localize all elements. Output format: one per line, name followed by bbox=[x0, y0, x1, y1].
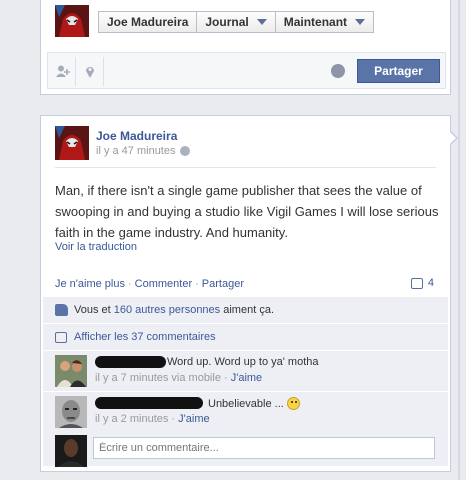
comment-bubble-icon bbox=[410, 277, 423, 289]
audience-selector[interactable]: Journal bbox=[197, 11, 276, 33]
comment-item: Unbelievable ... il y a 2 minutes · J'ai… bbox=[43, 392, 448, 432]
commenter-avatar[interactable] bbox=[55, 355, 87, 387]
redacted-name bbox=[95, 356, 166, 368]
write-comment-row bbox=[43, 432, 448, 467]
post-timestamp: il y a 47 minutes bbox=[96, 145, 191, 157]
composer-toolbar: Partager bbox=[47, 52, 446, 89]
likes-prefix: Vous et bbox=[74, 304, 111, 316]
post-body: Man, if there isn't a single game publis… bbox=[55, 183, 439, 240]
comment-meta: il y a 7 minutes via mobile · J'aime bbox=[95, 372, 263, 384]
globe-icon bbox=[180, 146, 191, 156]
comment-text: Word up. Word up to ya' motha bbox=[167, 356, 319, 368]
commenter-avatar[interactable] bbox=[55, 396, 87, 428]
post-actions: Je n'aime plus · Commenter · Partager 4 bbox=[55, 277, 434, 290]
user-selector-label: Joe Madureira bbox=[107, 15, 189, 29]
add-person-icon[interactable] bbox=[52, 61, 74, 81]
time-selector[interactable]: Maintenant bbox=[275, 11, 375, 33]
comment-text: Unbelievable ... bbox=[208, 397, 300, 410]
comment-like-link[interactable]: J'aime bbox=[231, 372, 262, 384]
comment-item: Word up. Word up to ya' motha il y a 7 m… bbox=[43, 351, 448, 391]
location-pin-icon[interactable] bbox=[79, 61, 101, 81]
user-selector[interactable]: Joe Madureira bbox=[98, 11, 198, 33]
timeline-line bbox=[458, 0, 460, 480]
likes-suffix: aiment ça. bbox=[223, 304, 274, 316]
comment-time[interactable]: il y a 7 minutes via mobile bbox=[95, 372, 221, 384]
redacted-name bbox=[95, 397, 203, 409]
write-comment-input[interactable] bbox=[93, 437, 435, 459]
globe-icon[interactable] bbox=[331, 64, 345, 78]
comment-time[interactable]: il y a 2 minutes bbox=[95, 413, 168, 425]
smiley-emoticon-icon bbox=[286, 397, 300, 410]
timeline-post: Joe Madureira il y a 47 minutes Man, if … bbox=[40, 115, 458, 472]
view-all-comments-label: Afficher les 37 commentaires bbox=[74, 331, 216, 343]
share-button[interactable]: Partager bbox=[357, 59, 440, 83]
share-link[interactable]: Partager bbox=[202, 278, 244, 290]
comment-text-value: Unbelievable ... bbox=[208, 398, 284, 410]
current-user-avatar bbox=[55, 435, 87, 467]
unlike-link[interactable]: Je n'aime plus bbox=[55, 278, 125, 290]
thumbs-up-icon bbox=[55, 304, 68, 316]
translate-link[interactable]: Voir la traduction bbox=[55, 241, 137, 253]
time-selector-label: Maintenant bbox=[283, 15, 348, 29]
comment-link[interactable]: Commenter bbox=[135, 278, 192, 290]
comment-count-value: 4 bbox=[427, 277, 434, 289]
comment-like-link[interactable]: J'aime bbox=[178, 413, 209, 425]
chevron-down-icon bbox=[256, 19, 267, 25]
post-timestamp-text[interactable]: il y a 47 minutes bbox=[96, 145, 175, 157]
comment-meta: il y a 2 minutes · J'aime bbox=[95, 413, 210, 425]
chevron-down-icon bbox=[355, 19, 366, 25]
post-author-name[interactable]: Joe Madureira bbox=[96, 129, 177, 143]
status-composer: Joe Madureira Journal Maintenant Partage… bbox=[40, 0, 451, 95]
comment-count[interactable]: 4 bbox=[410, 277, 434, 289]
audience-selector-label: Journal bbox=[205, 15, 249, 29]
likes-row: Vous et 160 autres personnes aiment ça. bbox=[43, 297, 448, 323]
likes-people-link[interactable]: 160 autres personnes bbox=[114, 304, 220, 316]
post-author-avatar[interactable] bbox=[55, 126, 89, 160]
composer-avatar bbox=[55, 5, 89, 37]
comment-bubble-icon bbox=[55, 331, 67, 343]
view-all-comments[interactable]: Afficher les 37 commentaires bbox=[43, 324, 448, 350]
